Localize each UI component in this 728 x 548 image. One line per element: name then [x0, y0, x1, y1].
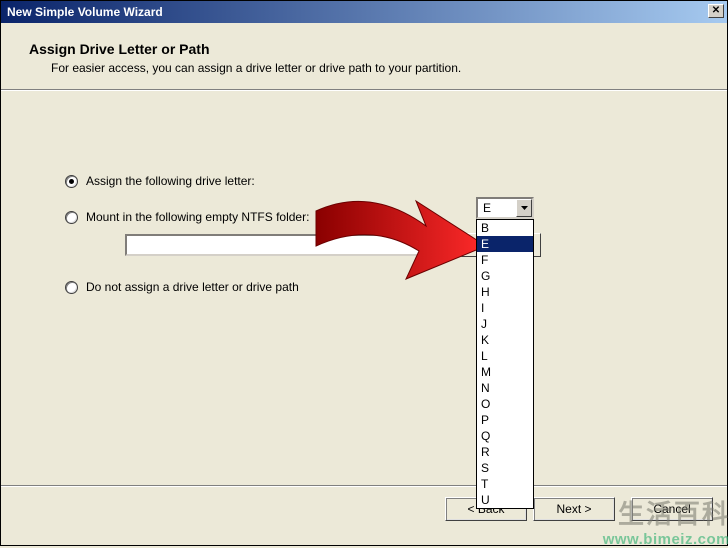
header-divider [1, 89, 727, 91]
close-icon: ✕ [712, 5, 720, 16]
dropdown-item[interactable]: U [477, 492, 533, 508]
option-no-assign[interactable]: Do not assign a drive letter or drive pa… [65, 277, 699, 297]
label-assign-letter: Assign the following drive letter: [86, 174, 255, 188]
radio-group: Assign the following drive letter: Mount… [65, 171, 699, 297]
content-area: Assign Drive Letter or Path For easier a… [1, 23, 727, 297]
combo-dropdown-button[interactable] [516, 199, 532, 217]
watermark-url: www.bimeiz.com [603, 531, 728, 548]
label-mount-folder: Mount in the following empty NTFS folder… [86, 210, 309, 224]
dropdown-item[interactable]: K [477, 332, 533, 348]
window-title: New Simple Volume Wizard [7, 5, 163, 19]
next-button[interactable]: Next > [533, 497, 615, 521]
dropdown-item[interactable]: P [477, 412, 533, 428]
close-button[interactable]: ✕ [708, 4, 724, 18]
radio-no-assign[interactable] [65, 281, 78, 294]
dropdown-item[interactable]: M [477, 364, 533, 380]
dropdown-item[interactable]: B [477, 220, 533, 236]
combo-value: E [483, 201, 491, 215]
radio-assign-letter[interactable] [65, 175, 78, 188]
option-mount-folder[interactable]: Mount in the following empty NTFS folder… [65, 207, 699, 227]
dropdown-item[interactable]: F [477, 252, 533, 268]
mount-path-input[interactable] [125, 234, 455, 256]
dropdown-item[interactable]: E [477, 236, 533, 252]
mount-path-row: Browse... [125, 233, 699, 257]
page-subheading: For easier access, you can assign a driv… [51, 61, 699, 75]
radio-mount-folder[interactable] [65, 211, 78, 224]
dropdown-item[interactable]: I [477, 300, 533, 316]
dropdown-item[interactable]: H [477, 284, 533, 300]
drive-letter-combo[interactable]: E [476, 197, 534, 219]
dropdown-item[interactable]: N [477, 380, 533, 396]
cancel-button[interactable]: Cancel [631, 497, 713, 521]
dropdown-item[interactable]: L [477, 348, 533, 364]
label-no-assign: Do not assign a drive letter or drive pa… [86, 280, 299, 294]
dropdown-item[interactable]: S [477, 460, 533, 476]
drive-letter-dropdown[interactable]: BEFGHIJKLMNOPQRSTU [476, 219, 534, 509]
dropdown-item[interactable]: G [477, 268, 533, 284]
dropdown-item[interactable]: J [477, 316, 533, 332]
option-assign-letter[interactable]: Assign the following drive letter: [65, 171, 699, 191]
dropdown-item[interactable]: Q [477, 428, 533, 444]
dropdown-item[interactable]: R [477, 444, 533, 460]
dropdown-item[interactable]: O [477, 396, 533, 412]
dropdown-item[interactable]: T [477, 476, 533, 492]
titlebar: New Simple Volume Wizard ✕ [1, 1, 727, 23]
chevron-down-icon [521, 206, 528, 210]
wizard-window: New Simple Volume Wizard ✕ Assign Drive … [0, 0, 728, 546]
page-heading: Assign Drive Letter or Path [29, 41, 699, 57]
